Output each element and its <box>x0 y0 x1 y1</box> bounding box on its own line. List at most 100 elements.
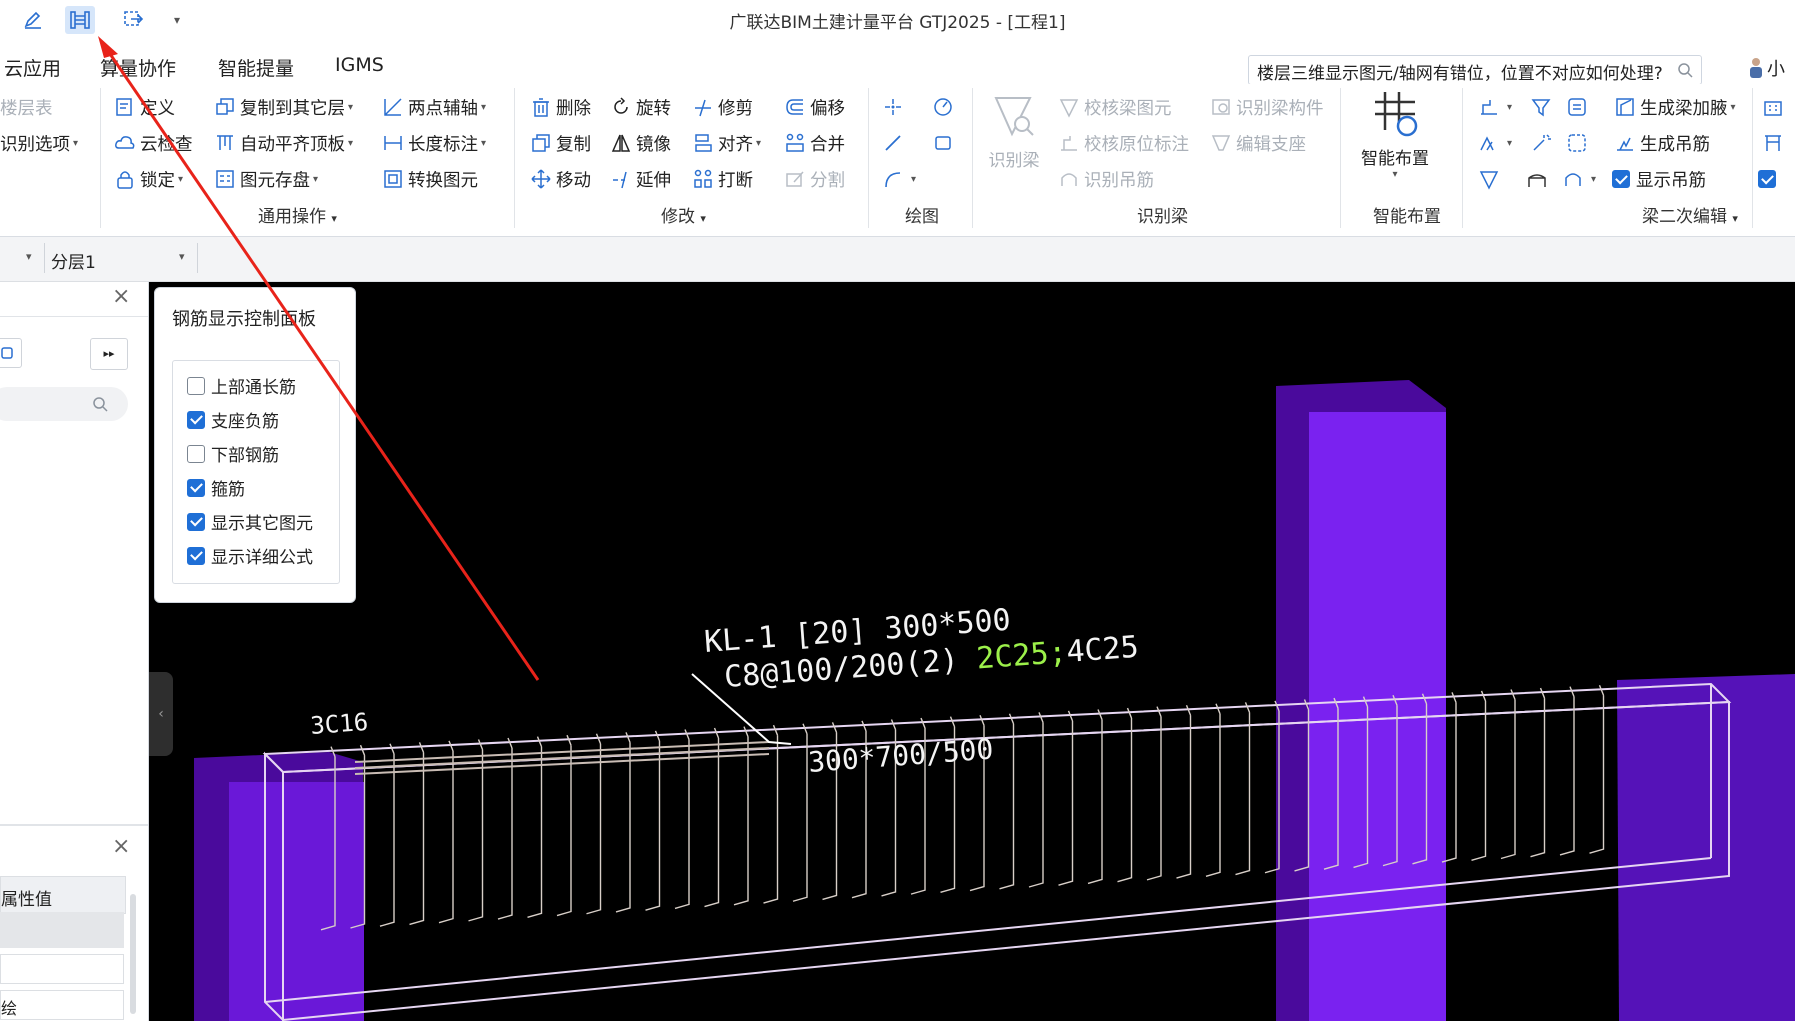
property-row[interactable]: 绘 <box>0 990 124 1020</box>
close-icon[interactable]: × <box>112 284 130 309</box>
beam-label-bottom-bars: 4C25 <box>1065 630 1140 670</box>
3d-viewport[interactable]: KL-1 [20] 300*500 C8@100/200(2) 2C25;4C2… <box>149 282 1795 1021</box>
option-top-through-bar[interactable]: 上部通长筋 <box>187 373 296 398</box>
component-type-button[interactable] <box>0 338 22 368</box>
edit-support-button[interactable]: 编辑支座 <box>1210 130 1306 156</box>
property-scrollbar[interactable] <box>130 894 136 1014</box>
option-support-neg-bar[interactable]: 支座负筋 <box>187 407 279 432</box>
beam-tool-4[interactable]: ▾ <box>1478 130 1512 156</box>
overflow-tool-2[interactable] <box>1762 130 1788 156</box>
point-draw-button[interactable] <box>882 94 908 120</box>
menu-smart[interactable]: 智能提量 <box>218 54 294 81</box>
mirror-button[interactable]: 镜像 <box>610 130 671 156</box>
chevron-down-icon: ▾ <box>348 101 354 113</box>
collapse-panel-handle[interactable]: ‹ <box>149 672 173 756</box>
option-show-other-elements[interactable]: 显示其它图元 <box>187 509 313 534</box>
beam-tool-8[interactable] <box>1526 166 1552 192</box>
option-show-detail-formula[interactable]: 显示详细公式 <box>187 543 313 568</box>
property-row[interactable] <box>0 912 124 948</box>
point-icon <box>885 99 901 115</box>
qa-more-caret[interactable]: ▾ <box>162 6 192 34</box>
help-search-input[interactable]: 楼层三维显示图元/轴网有错位，位置不对应如何处理? <box>1248 55 1702 85</box>
copy-button[interactable]: 复制 <box>530 130 591 156</box>
menu-igms[interactable]: IGMS <box>335 54 384 76</box>
overflow-checkbox[interactable] <box>1758 166 1782 192</box>
auto-align-slab-button[interactable]: 自动平齐顶板 ▾ <box>214 130 353 156</box>
stirrup <box>1058 710 1074 886</box>
overflow-tool-1[interactable] <box>1762 94 1788 120</box>
beam-tool-7[interactable] <box>1478 166 1504 192</box>
recognize-beam-button[interactable]: 识别梁 <box>986 92 1042 182</box>
rotate-point-button[interactable] <box>932 94 958 120</box>
floor-table-button[interactable]: 楼层表 <box>0 94 53 120</box>
offset-label: 偏移 <box>810 98 845 119</box>
delete-button[interactable]: 删除 <box>530 94 591 120</box>
rebar-view-icon[interactable] <box>65 6 95 34</box>
draw-group-label: 绘图 <box>905 207 939 227</box>
beam-tool-6[interactable] <box>1566 130 1592 156</box>
trim-button[interactable]: 修剪 <box>692 94 753 120</box>
menu-cloud[interactable]: 云应用 <box>4 54 61 81</box>
check-original-label-button[interactable]: 校核原位标注 <box>1058 130 1189 156</box>
smart-layout-button[interactable]: 智能布置 ▾ <box>1352 90 1438 190</box>
arc-draw-button[interactable]: ▾ <box>882 166 916 192</box>
rect-draw-button[interactable] <box>932 130 958 156</box>
check-beam-element-button[interactable]: 校核梁图元 <box>1058 94 1172 120</box>
beam-tool-5[interactable] <box>1530 130 1556 156</box>
beam-tool-2[interactable] <box>1530 94 1556 120</box>
sync-icon[interactable] <box>119 6 149 34</box>
generate-haunch-button[interactable]: 生成梁加腋 ▾ <box>1614 94 1736 120</box>
offset-button[interactable]: 偏移 <box>784 94 845 120</box>
layer-select[interactable]: 分层1 ▾ <box>44 243 198 273</box>
move-button[interactable]: 移动 <box>530 166 591 192</box>
split-icon <box>786 171 804 187</box>
merge-button[interactable]: 合并 <box>784 130 845 156</box>
element-save-button[interactable]: 图元存盘 ▾ <box>214 166 318 192</box>
property-row-value: 绘 <box>1 999 18 1018</box>
stirrup <box>468 739 484 922</box>
chevron-down-icon: ▾ <box>313 173 319 185</box>
stirrup <box>1028 712 1044 888</box>
show-hanger-checkbox[interactable]: 显示吊筋 <box>1612 166 1706 192</box>
beam-tool-3[interactable] <box>1566 94 1592 120</box>
general-ops-group-label[interactable]: 通用操作 ▾ <box>258 202 337 227</box>
cloud-check-button[interactable]: 云检查 <box>114 130 193 156</box>
expand-button[interactable]: ▸▸ <box>90 338 128 370</box>
option-label: 显示详细公式 <box>211 548 313 568</box>
recognize-hanger-button[interactable]: 识别吊筋 <box>1058 166 1154 192</box>
length-dimension-button[interactable]: 长度标注 ▾ <box>382 130 486 156</box>
stirrup <box>1589 684 1605 854</box>
define-button[interactable]: 定义 <box>114 94 175 120</box>
column-far-right <box>1617 674 1795 1021</box>
convert-element-button[interactable]: 转换图元 <box>382 166 478 192</box>
modify-group-label[interactable]: 修改 ▾ <box>661 202 706 227</box>
beam-span-icon <box>1481 100 1497 115</box>
option-bottom-bar[interactable]: 下部钢筋 <box>187 441 279 466</box>
recognize-options-button[interactable]: 识别选项 ▾ <box>0 130 78 156</box>
recognize-beam-component-button[interactable]: 识别梁构件 <box>1210 94 1324 120</box>
generate-hanger-button[interactable]: 生成吊筋 <box>1614 130 1710 156</box>
close-icon[interactable]: × <box>112 834 130 859</box>
user-account[interactable]: 小 <box>1748 55 1785 81</box>
rotate-button[interactable]: 旋转 <box>610 94 671 120</box>
split-button[interactable]: 分割 <box>784 166 845 192</box>
left-panel: × ▸▸ × 属性值 绘 <box>0 282 149 1021</box>
copy-to-floor-button[interactable]: 复制到其它层 ▾ <box>214 94 353 120</box>
chevron-down-icon[interactable]: ▾ <box>26 250 32 263</box>
align-button[interactable]: 对齐 ▾ <box>692 130 761 156</box>
component-search-input[interactable] <box>0 387 128 421</box>
beam-tool-1[interactable]: ▾ <box>1478 94 1512 120</box>
option-stirrup[interactable]: 箍筋 <box>187 475 245 500</box>
menu-collab[interactable]: 算量协作 <box>100 54 176 81</box>
beam-edit-group-label[interactable]: 梁二次编辑 ▾ <box>1642 202 1738 227</box>
beam-tool-9[interactable]: ▾ <box>1562 166 1596 192</box>
extend-button[interactable]: 延伸 <box>610 166 671 192</box>
line-draw-button[interactable] <box>882 130 908 156</box>
beam-table-icon <box>1568 98 1586 116</box>
two-point-axis-button[interactable]: 两点辅轴 ▾ <box>382 94 486 120</box>
property-row[interactable] <box>0 954 124 984</box>
stirrup <box>1117 707 1133 883</box>
break-button[interactable]: 打断 <box>692 166 753 192</box>
lock-button[interactable]: 锁定 ▾ <box>114 166 183 192</box>
edit-pen-icon[interactable] <box>18 6 48 34</box>
